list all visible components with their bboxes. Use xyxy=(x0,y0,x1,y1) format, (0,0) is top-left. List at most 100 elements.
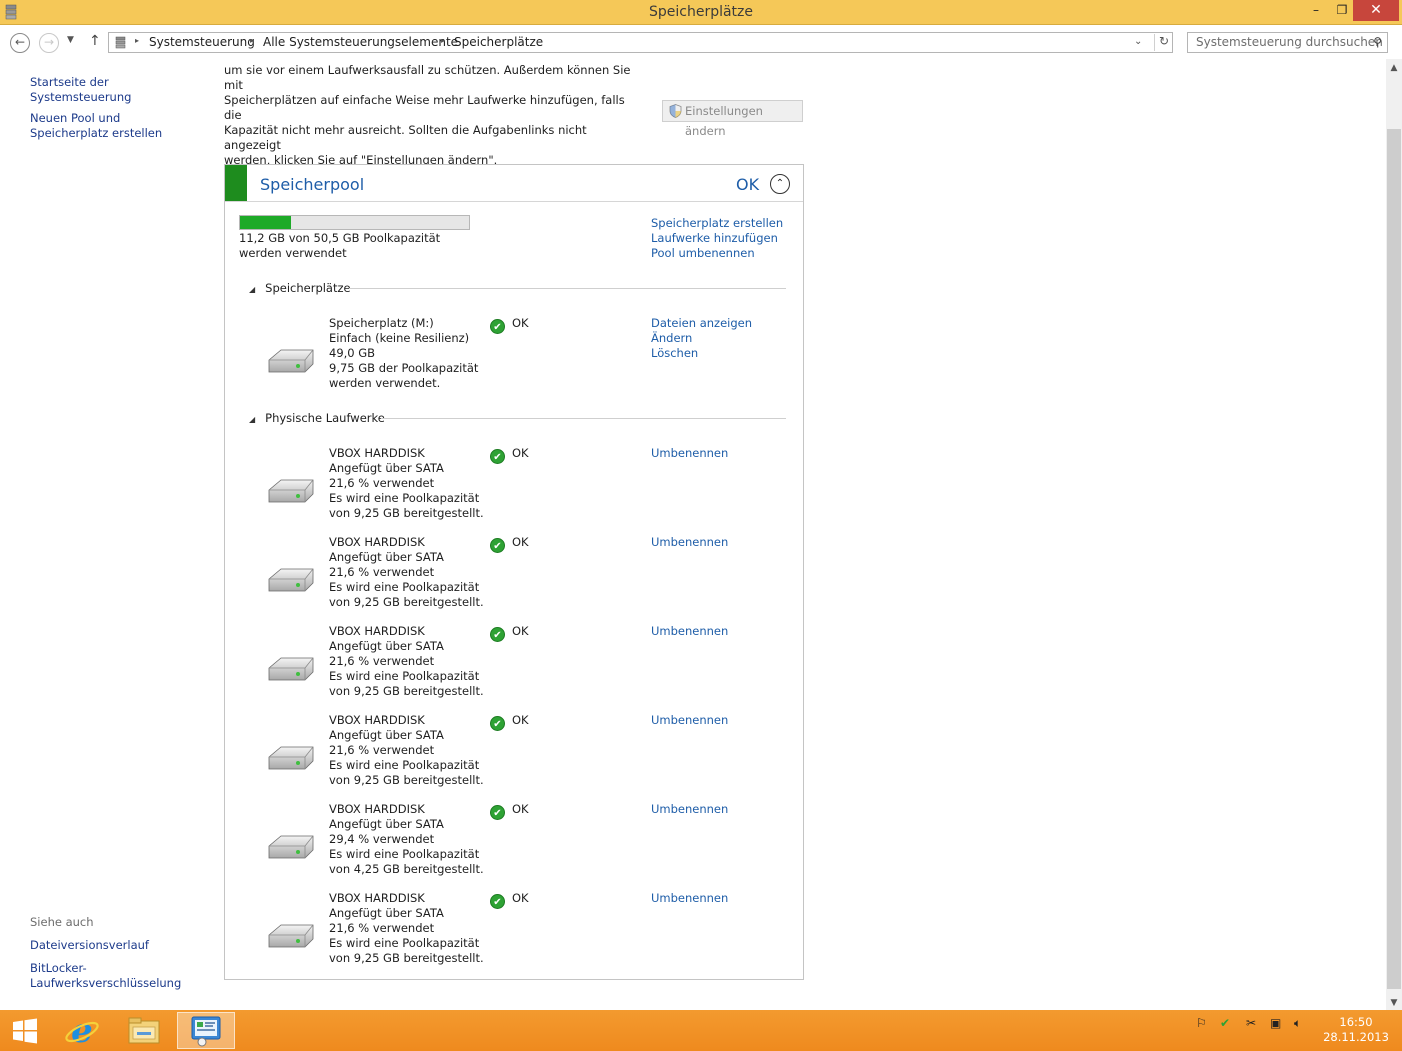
drives-heading: Physische Laufwerke xyxy=(265,411,385,425)
change-link[interactable]: Ändern xyxy=(651,331,752,346)
detail-line: von 9,25 GB bereitgestellt. xyxy=(329,773,484,787)
breadcrumb-separator-icon[interactable]: ▸ xyxy=(135,36,139,45)
taskbar-clock[interactable]: 16:50 28.11.2013 xyxy=(1320,1015,1392,1045)
physical-drive-links: Umbenennen xyxy=(651,802,728,817)
pool-usage-text: 11,2 GB von 50,5 GB Poolkapazität werden… xyxy=(239,231,441,260)
up-button[interactable]: ↑ xyxy=(89,33,101,49)
detail-line: 21,6 % verwendet xyxy=(329,743,435,757)
rename-drive-link[interactable]: Umbenennen xyxy=(651,891,728,906)
hard-drive-icon xyxy=(268,479,314,503)
detail-line: Es wird eine Poolkapazität xyxy=(329,669,480,683)
drives-section-header[interactable]: ◢ Physische Laufwerke xyxy=(249,411,385,425)
collapse-triangle-icon[interactable]: ◢ xyxy=(249,415,255,424)
rename-drive-link[interactable]: Umbenennen xyxy=(651,535,728,550)
physical-drive-item: VBOX HARDDISK Angefügt über SATA 21,6 % ve… xyxy=(225,535,803,620)
vertical-scrollbar[interactable]: ▲ ▼ xyxy=(1386,59,1402,1010)
detail-line: Angefügt über SATA xyxy=(329,906,444,920)
pool-status: OK xyxy=(736,175,760,194)
detail-line: VBOX HARDDISK xyxy=(329,535,425,549)
maximize-button[interactable]: ❐ xyxy=(1328,0,1356,21)
search-input[interactable]: Systemsteuerung durchsuchen ⚲ xyxy=(1187,32,1388,53)
check-icon: ✔ xyxy=(490,538,505,553)
physical-drive-links: Umbenennen xyxy=(651,446,728,461)
check-icon: ✔ xyxy=(490,894,505,909)
minimize-button[interactable]: – xyxy=(1302,0,1330,21)
detail-line: Speicherplatz (M:) xyxy=(329,316,434,330)
divider xyxy=(225,201,803,202)
sidebar-link-home[interactable]: Startseite der Systemsteuerung xyxy=(30,75,200,105)
detail-line: von 4,25 GB bereitgestellt. xyxy=(329,862,484,876)
storage-space-details: Speicherplatz (M:) Einfach (keine Resili… xyxy=(329,316,489,391)
rename-pool-link[interactable]: Pool umbenennen xyxy=(651,246,783,261)
taskbar: e xyxy=(0,1010,1402,1051)
breadcrumb-alle-elemente[interactable]: Alle Systemsteuerungselemente xyxy=(263,35,458,49)
file-explorer-taskbar-button[interactable] xyxy=(115,1012,173,1049)
network-icon[interactable]: ▣ xyxy=(1270,1016,1281,1030)
navigation-bar: ← → ▼ ↑ ▸ Systemsteuerung ▸ Alle Systems… xyxy=(0,25,1402,59)
create-space-link[interactable]: Speicherplatz erstellen xyxy=(651,216,783,231)
divider xyxy=(349,288,786,289)
collapse-triangle-icon[interactable]: ◢ xyxy=(249,285,255,294)
recent-locations-dropdown[interactable]: ▼ xyxy=(67,35,74,45)
breadcrumb-separator-icon[interactable]: ▸ xyxy=(441,36,445,45)
rename-drive-link[interactable]: Umbenennen xyxy=(651,713,728,728)
close-button[interactable]: ✕ xyxy=(1353,0,1399,21)
scroll-up-icon[interactable]: ▲ xyxy=(1386,63,1402,73)
rename-drive-link[interactable]: Umbenennen xyxy=(651,802,728,817)
window-title: Speicherplätze xyxy=(648,4,754,20)
breadcrumb-speicherplaetze[interactable]: Speicherplätze xyxy=(454,35,543,49)
spaces-heading: Speicherplätze xyxy=(265,281,351,295)
detail-line: werden verwendet. xyxy=(329,376,441,390)
rename-drive-link[interactable]: Umbenennen xyxy=(651,446,728,461)
tray-tool-icon[interactable]: ✂ xyxy=(1246,1016,1256,1030)
rename-drive-link[interactable]: Umbenennen xyxy=(651,624,728,639)
pool-status-stripe xyxy=(225,165,247,201)
clock-time: 16:50 xyxy=(1339,1015,1373,1029)
breadcrumb-systemsteuerung[interactable]: Systemsteuerung xyxy=(149,35,255,49)
see-also-label: Siehe auch xyxy=(30,915,94,929)
action-center-flag-icon[interactable]: ⚐ xyxy=(1196,1016,1207,1030)
status-text: OK xyxy=(512,446,529,460)
view-files-link[interactable]: Dateien anzeigen xyxy=(651,316,752,331)
spaces-section-header[interactable]: ◢ Speicherplätze xyxy=(249,281,351,295)
change-settings-button[interactable]: Einstellungen ändern xyxy=(662,100,803,138)
check-icon: ✔ xyxy=(490,319,505,334)
check-icon: ✔ xyxy=(490,716,505,731)
volume-icon[interactable]: 🔈︎ xyxy=(1294,1016,1301,1031)
intro-line: Speicherplätzen auf einfache Weise mehr … xyxy=(224,93,625,122)
detail-line: 21,6 % verwendet xyxy=(329,654,435,668)
control-panel-taskbar-button[interactable] xyxy=(177,1012,235,1049)
forward-button[interactable]: → xyxy=(39,33,59,53)
status-text: OK xyxy=(512,535,529,549)
scroll-thumb[interactable] xyxy=(1387,129,1401,989)
delete-link[interactable]: Löschen xyxy=(651,346,752,361)
address-bar[interactable]: ▸ Systemsteuerung ▸ Alle Systemsteuerung… xyxy=(108,32,1173,53)
physical-drive-item: VBOX HARDDISK Angefügt über SATA 21,6 % ve… xyxy=(225,891,803,976)
sidebar-link-bitlocker[interactable]: BitLocker-Laufwerksverschlüsselung xyxy=(30,961,181,991)
intro-text: um sie vor einem Laufwerksausfall zu sch… xyxy=(224,63,644,168)
back-button[interactable]: ← xyxy=(10,33,30,53)
detail-line: Angefügt über SATA xyxy=(329,550,444,564)
internet-explorer-taskbar-button[interactable]: e xyxy=(53,1011,111,1051)
sidebar-link-new-pool[interactable]: Neuen Pool und Speicherplatz erstellen xyxy=(30,111,200,141)
left-pane: Startseite der Systemsteuerung Neuen Poo… xyxy=(0,59,205,1009)
detail-line: 49,0 GB xyxy=(329,346,376,360)
sidebar-link-file-history[interactable]: Dateiversionsverlauf xyxy=(30,938,200,953)
hard-drive-icon xyxy=(268,835,314,859)
scroll-down-icon[interactable]: ▼ xyxy=(1386,998,1402,1008)
defender-icon[interactable]: ✔ xyxy=(1220,1016,1230,1030)
detail-line: Einfach (keine Resilienz) xyxy=(329,331,470,345)
physical-drive-details: VBOX HARDDISK Angefügt über SATA 21,6 % ve… xyxy=(329,891,489,966)
detail-line: Es wird eine Poolkapazität xyxy=(329,580,480,594)
search-icon[interactable]: ⚲ xyxy=(1373,35,1382,49)
detail-line: Es wird eine Poolkapazität xyxy=(329,847,480,861)
address-dropdown-icon[interactable]: ⌄ xyxy=(1134,36,1142,47)
breadcrumb-separator-icon[interactable]: ▸ xyxy=(250,36,254,45)
refresh-icon[interactable]: ↻ xyxy=(1154,34,1173,51)
physical-drive-details: VBOX HARDDISK Angefügt über SATA 21,6 % ve… xyxy=(329,535,489,610)
status-ok: ✔ OK xyxy=(490,535,529,553)
add-drives-link[interactable]: Laufwerke hinzufügen xyxy=(651,231,783,246)
collapse-icon[interactable]: ⌃ xyxy=(770,174,790,194)
windows-start-icon[interactable] xyxy=(12,1018,38,1044)
storage-pool-panel: Speicherpool OK ⌃ 11,2 GB von 50,5 GB Po… xyxy=(224,164,804,980)
